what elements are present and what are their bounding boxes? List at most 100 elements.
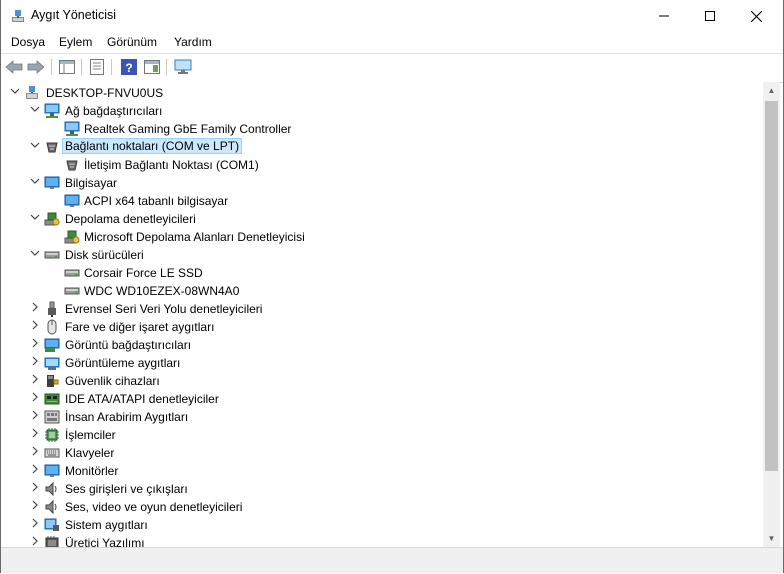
device-item[interactable]: Corsair Force LE SSD xyxy=(1,264,761,282)
chevron-down-icon[interactable] xyxy=(29,140,41,154)
device-category[interactable]: Bilgisayar xyxy=(1,174,761,192)
tree-item-label: Realtek Gaming GbE Family Controller xyxy=(84,122,292,136)
device-item[interactable]: İletişim Bağlantı Noktası (COM1) xyxy=(1,156,761,174)
device-category[interactable]: Görüntüleme aygıtları xyxy=(1,354,761,372)
chevron-right-icon[interactable] xyxy=(29,374,41,388)
network-adapter-icon xyxy=(44,103,60,119)
tree-root[interactable]: DESKTOP-FNVU0US xyxy=(1,84,761,102)
chevron-right-icon[interactable] xyxy=(29,464,41,478)
keyboard-icon xyxy=(44,445,60,461)
device-category[interactable]: Ağ bağdaştırıcıları xyxy=(1,102,761,120)
scroll-up-button[interactable]: ▲ xyxy=(763,82,780,99)
chevron-right-icon[interactable] xyxy=(29,410,41,424)
tree-item-label: Klavyeler xyxy=(65,446,115,460)
chevron-right-icon[interactable] xyxy=(29,356,41,370)
scroll-down-button[interactable]: ▼ xyxy=(763,530,780,547)
tree-item-label: Üretici Yazılımı xyxy=(65,536,145,547)
window-title: Aygıt Yöneticisi xyxy=(31,8,117,22)
storage-controller-icon xyxy=(64,229,80,245)
mouse-icon xyxy=(44,319,60,335)
maximize-button[interactable] xyxy=(687,0,733,32)
device-item[interactable]: ACPI x64 tabanlı bilgisayar xyxy=(1,192,761,210)
tree-item-label: Bağlantı noktaları (COM ve LPT) xyxy=(62,138,243,154)
scan-hardware-monitor-icon xyxy=(174,59,192,74)
chevron-right-icon[interactable] xyxy=(29,518,41,532)
device-category[interactable]: Üretici Yazılımı xyxy=(1,534,761,547)
scrollbar-thumb[interactable] xyxy=(765,101,778,471)
device-category[interactable]: Klavyeler xyxy=(1,444,761,462)
vertical-scrollbar[interactable]: ▲ ▼ xyxy=(763,82,780,547)
tree-item-label: Corsair Force LE SSD xyxy=(84,266,203,280)
back-arrow-icon xyxy=(5,60,23,74)
menu-action[interactable]: Eylem xyxy=(59,35,92,49)
scan-hardware-button[interactable] xyxy=(173,58,193,76)
device-category[interactable]: Evrensel Seri Veri Yolu denetleyicileri xyxy=(1,300,761,318)
disk-drive-icon xyxy=(44,247,60,263)
device-manager-window: Aygıt Yöneticisi Dosya Eylem Görünüm Yar… xyxy=(0,0,784,573)
menu-bar: Dosya Eylem Görünüm Yardım xyxy=(1,32,783,53)
monitor-icon xyxy=(44,463,60,479)
chevron-right-icon[interactable] xyxy=(29,536,41,547)
status-bar xyxy=(1,547,783,573)
storage-controller-icon xyxy=(44,211,60,227)
device-category[interactable]: Fare ve diğer işaret aygıtları xyxy=(1,318,761,336)
svg-text:?: ? xyxy=(125,61,132,75)
help-button[interactable]: ? xyxy=(119,58,139,76)
properties-icon xyxy=(90,59,104,75)
tree-item-label: Monitörler xyxy=(65,464,119,478)
help-icon: ? xyxy=(121,59,137,75)
chevron-right-icon[interactable] xyxy=(29,392,41,406)
chevron-right-icon[interactable] xyxy=(29,428,41,442)
device-category[interactable]: Ses, video ve oyun denetleyicileri xyxy=(1,498,761,516)
chevron-down-icon[interactable] xyxy=(29,104,41,118)
tree-item-label: İletişim Bağlantı Noktası (COM1) xyxy=(84,158,259,172)
tree-item-label: Sistem aygıtları xyxy=(65,518,148,532)
device-category[interactable]: Güvenlik cihazları xyxy=(1,372,761,390)
usb-icon xyxy=(44,301,60,317)
device-category[interactable]: Görüntü bağdaştırıcıları xyxy=(1,336,761,354)
audio-icon xyxy=(44,481,60,497)
menu-help[interactable]: Yardım xyxy=(174,35,212,49)
ide-controller-icon xyxy=(44,391,60,407)
chevron-right-icon[interactable] xyxy=(29,500,41,514)
device-category[interactable]: Depolama denetleyicileri xyxy=(1,210,761,228)
chevron-right-icon[interactable] xyxy=(29,482,41,496)
device-category[interactable]: Disk sürücüleri xyxy=(1,246,761,264)
show-hide-console-tree-button[interactable] xyxy=(57,58,77,76)
tree-item-label: Ses girişleri ve çıkışları xyxy=(65,482,188,496)
device-tree[interactable]: DESKTOP-FNVU0US Ağ bağdaştırıcıları Realte… xyxy=(1,82,763,547)
forward-button[interactable] xyxy=(26,58,46,76)
chevron-right-icon[interactable] xyxy=(29,338,41,352)
chevron-right-icon[interactable] xyxy=(29,446,41,460)
chevron-down-icon[interactable] xyxy=(29,176,41,190)
device-category[interactable]: Monitörler xyxy=(1,462,761,480)
device-category[interactable]: İşlemciler xyxy=(1,426,761,444)
menu-file[interactable]: Dosya xyxy=(11,35,45,49)
chevron-down-icon[interactable] xyxy=(29,212,41,226)
chevron-down-icon[interactable] xyxy=(29,248,41,262)
device-manager-app-icon xyxy=(12,10,24,22)
monitor-icon xyxy=(44,175,60,191)
tree-item-label: Güvenlik cihazları xyxy=(65,374,160,388)
device-category[interactable]: IDE ATA/ATAPI denetleyiciler xyxy=(1,390,761,408)
tree-item-label: Görüntü bağdaştırıcıları xyxy=(65,338,192,352)
device-category[interactable]: Sistem aygıtları xyxy=(1,516,761,534)
chevron-right-icon[interactable] xyxy=(29,320,41,334)
device-category[interactable]: Ses girişleri ve çıkışları xyxy=(1,480,761,498)
device-item[interactable]: Realtek Gaming GbE Family Controller xyxy=(1,120,761,138)
chevron-down-icon[interactable] xyxy=(9,86,21,100)
device-category[interactable]: İnsan Arabirim Aygıtları xyxy=(1,408,761,426)
title-bar[interactable]: Aygıt Yöneticisi xyxy=(1,0,783,32)
close-button[interactable] xyxy=(733,0,779,32)
device-item[interactable]: WDC WD10EZEX-08WN4A0 xyxy=(1,282,761,300)
audio-icon xyxy=(44,499,60,515)
back-button[interactable] xyxy=(4,58,24,76)
menu-view[interactable]: Görünüm xyxy=(107,35,157,49)
action-pane-button[interactable] xyxy=(142,58,162,76)
tree-item-label: IDE ATA/ATAPI denetleyiciler xyxy=(65,392,219,406)
device-item[interactable]: Microsoft Depolama Alanları Denetleyicis… xyxy=(1,228,761,246)
device-category[interactable]: Bağlantı noktaları (COM ve LPT) xyxy=(1,138,761,156)
chevron-right-icon[interactable] xyxy=(29,302,41,316)
properties-button[interactable] xyxy=(87,58,107,76)
minimize-button[interactable] xyxy=(641,0,687,32)
